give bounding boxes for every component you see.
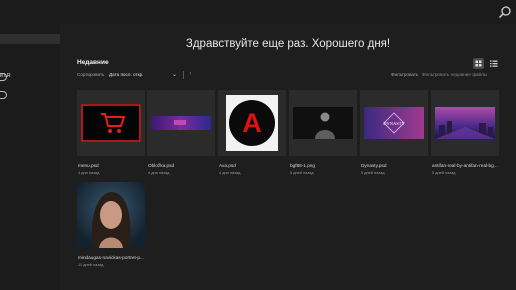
banner-thumbnail-image xyxy=(151,116,211,130)
file-thumbnail[interactable]: A xyxy=(218,90,286,156)
sort-dropdown[interactable]: Дата посл. откр. xyxy=(109,72,143,77)
file-date: 4 дня назад xyxy=(78,170,100,175)
sidebar-item-active[interactable] xyxy=(0,34,60,44)
thumb-letter: A xyxy=(242,108,262,138)
file-name: bgf88-1.png xyxy=(290,163,316,168)
grid-view-icon[interactable] xyxy=(473,58,484,69)
file-date: 5 дней назад xyxy=(290,170,314,175)
file-name: mindaugas-navickas-portret-p... xyxy=(78,255,144,260)
file-date: 4 дня назад xyxy=(219,170,241,175)
section-title-recent: Недавние xyxy=(77,59,109,66)
search-icon[interactable] xyxy=(498,5,512,19)
list-view-icon[interactable] xyxy=(488,58,499,69)
file-name: menu.psd xyxy=(78,163,99,168)
greeting-heading: Здравствуйте еще раз. Хорошего дня! xyxy=(185,38,391,50)
file-thumbnail[interactable] xyxy=(147,90,215,156)
file-thumbnail[interactable] xyxy=(77,90,145,156)
sort-label: Сортировать xyxy=(77,72,105,77)
main-area: Здравствуйте еще раз. Хорошего дня! Неда… xyxy=(60,24,516,290)
file-name: Dynasty.psd xyxy=(361,163,387,168)
filter-input[interactable]: Фильтровать недавние файлы xyxy=(422,72,487,77)
file-thumbnail[interactable]: DYNASTY xyxy=(360,90,428,156)
portrait-thumbnail-image xyxy=(77,182,145,248)
file-date: 4 дня назад xyxy=(148,170,170,175)
avatar-thumbnail-image: A xyxy=(226,95,278,151)
thumb-title: DYNASTY xyxy=(383,121,405,126)
file-thumbnail[interactable] xyxy=(77,182,145,248)
file-date: 5 дней назад xyxy=(361,170,385,175)
sidebar-toggle-2[interactable] xyxy=(0,91,7,99)
divider xyxy=(183,71,184,79)
file-name: antifan-real-by-antifan-real-bg... xyxy=(432,163,498,168)
file-name: Ava.psd xyxy=(219,163,236,168)
top-bar xyxy=(0,0,516,24)
photo-thumbnail-image xyxy=(293,107,353,139)
city-thumbnail-image xyxy=(435,107,495,139)
sidebar-toggle-1[interactable] xyxy=(0,73,7,81)
cart-thumbnail-image xyxy=(81,104,141,142)
sidebar: и LR xyxy=(0,24,60,290)
file-date: 11 дней назад xyxy=(78,262,104,267)
filter-label: Фильтровать xyxy=(391,72,419,77)
file-name: Obložka.psd xyxy=(148,163,175,168)
sort-direction-button[interactable]: ↑ xyxy=(189,71,192,77)
file-thumbnail[interactable] xyxy=(431,90,499,156)
file-thumbnail[interactable] xyxy=(289,90,357,156)
file-date: 5 дней назад xyxy=(432,170,456,175)
dynasty-thumbnail-image: DYNASTY xyxy=(364,107,424,139)
chevron-down-icon[interactable]: ⌄ xyxy=(172,71,177,78)
